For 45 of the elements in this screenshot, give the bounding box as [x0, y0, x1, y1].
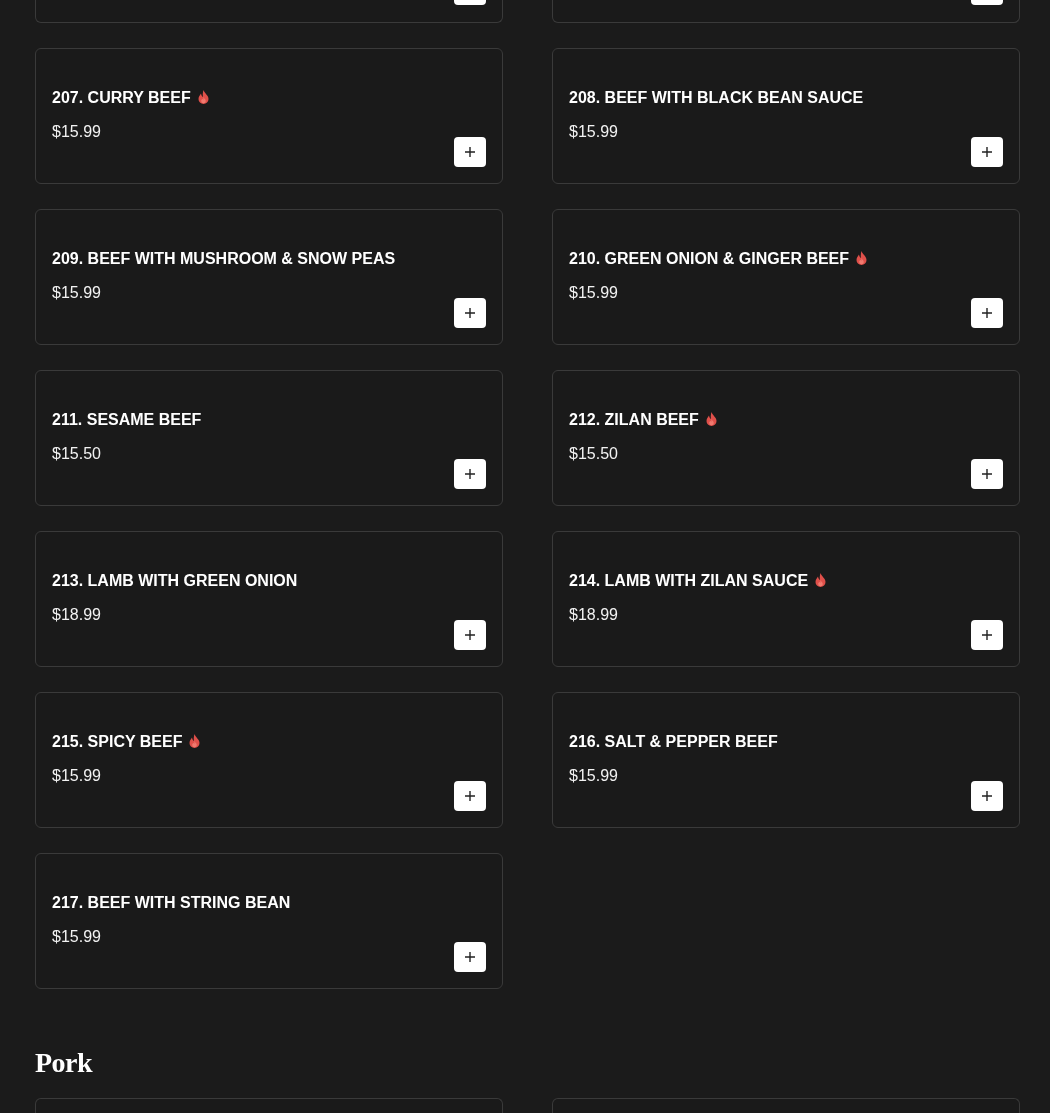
plus-icon — [982, 630, 992, 640]
add-button[interactable] — [971, 137, 1003, 167]
add-button[interactable] — [971, 781, 1003, 811]
add-button[interactable] — [454, 620, 486, 650]
dish-name: 214. LAMB WITH ZILAN SAUCE — [569, 571, 971, 591]
add-button[interactable] — [454, 137, 486, 167]
dish-name: 217. BEEF WITH STRING BEAN — [52, 893, 292, 913]
dish-price: $15.99 — [52, 766, 102, 786]
plus-icon — [465, 147, 475, 157]
dish-name: 207. CURRY BEEF — [52, 88, 454, 108]
add-button[interactable] — [454, 781, 486, 811]
dish-price: $18.99 — [569, 605, 619, 625]
plus-icon — [982, 147, 992, 157]
dish-name: 208. BEEF WITH BLACK BEAN SAUCE — [569, 88, 865, 108]
dish-name: 209. BEEF WITH MUSHROOM & SNOW PEAS — [52, 249, 397, 269]
dish-name: 213. LAMB WITH GREEN ONION — [52, 571, 299, 591]
plus-icon — [465, 469, 475, 479]
plus-icon — [982, 308, 992, 318]
add-button[interactable] — [971, 620, 1003, 650]
dish-price: $15.50 — [569, 444, 619, 464]
dish-price: $15.99 — [569, 122, 619, 142]
add-button[interactable] — [454, 298, 486, 328]
add-button[interactable] — [971, 298, 1003, 328]
add-button[interactable] — [454, 459, 486, 489]
add-button[interactable] — [454, 942, 486, 972]
dish-name: 216. SALT & PEPPER BEEF — [569, 732, 779, 752]
dish-price: $18.99 — [52, 605, 102, 625]
dish-name: 215. SPICY BEEF — [52, 732, 454, 752]
dish-price: $15.99 — [569, 283, 619, 303]
plus-icon — [982, 469, 992, 479]
dish-name: 212. ZILAN BEEF — [569, 410, 971, 430]
dish-price: $15.99 — [52, 122, 102, 142]
plus-icon — [465, 630, 475, 640]
dish-name: 211. SESAME BEEF — [52, 410, 203, 430]
plus-icon — [465, 791, 475, 801]
dish-price: $15.99 — [569, 766, 619, 786]
add-button[interactable] — [971, 459, 1003, 489]
plus-icon — [465, 308, 475, 318]
dish-price: $15.99 — [52, 927, 102, 947]
plus-icon — [982, 791, 992, 801]
plus-icon — [465, 952, 475, 962]
dish-price: $15.50 — [52, 444, 102, 464]
dish-price: $15.99 — [52, 283, 102, 303]
section-heading: Pork — [35, 1047, 94, 1079]
dish-name: 210. GREEN ONION & GINGER BEEF — [569, 249, 971, 269]
